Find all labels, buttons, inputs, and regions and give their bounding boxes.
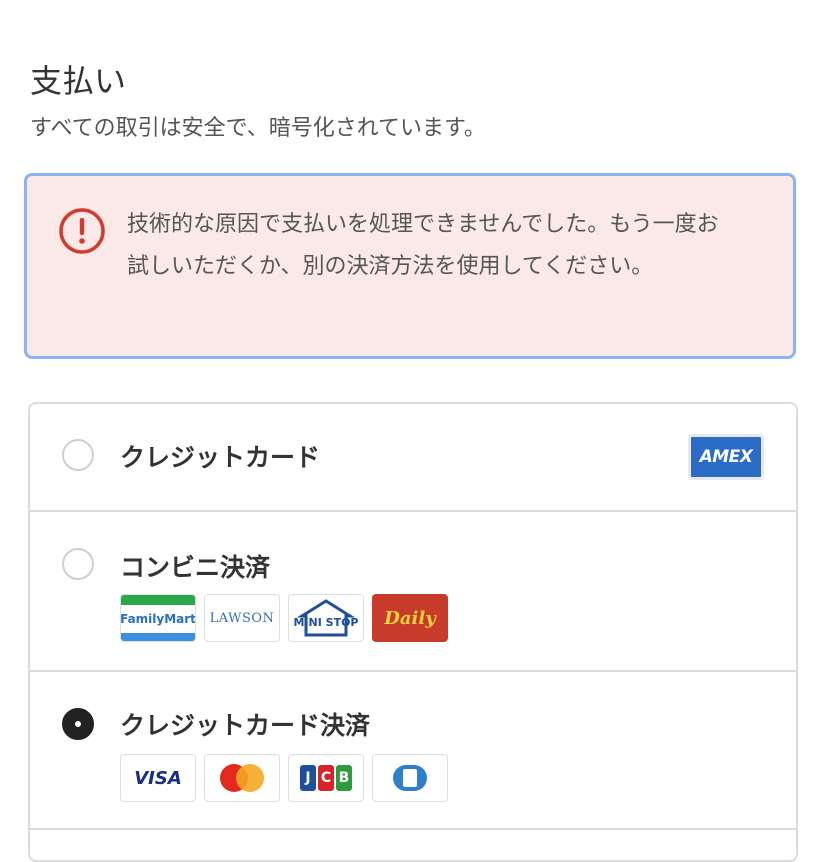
daily-yamazaki-logo: Daily (372, 594, 448, 642)
amex-logo: AMEX (688, 434, 764, 480)
payment-method-convenience-store[interactable]: コンビニ決済 FamilyMart LAWSON MINI STOP Daily (30, 510, 796, 672)
familymart-logo: FamilyMart (120, 594, 196, 642)
radio-convenience-store[interactable] (62, 548, 94, 580)
ministop-logo: MINI STOP (288, 594, 364, 642)
radio-credit-card-payment[interactable] (62, 708, 94, 740)
exclamation-circle-icon (57, 206, 107, 256)
mastercard-icon (204, 754, 280, 802)
payment-method-more[interactable] (30, 828, 796, 860)
page-subtitle: すべての取引は安全で、暗号化されています。 (30, 116, 486, 141)
payment-method-list: クレジットカード AMEX コンビニ決済 FamilyMart LAWSON M… (28, 402, 798, 862)
payment-method-label: コンビニ決済 (120, 553, 271, 582)
visa-logo: VISA (120, 754, 196, 802)
error-alert: 技術的な原因で支払いを処理できませんでした。もう一度お試しいただくか、別の決済方… (24, 173, 796, 359)
page-title: 支払い (30, 62, 127, 100)
payment-method-label: クレジットカード (120, 443, 321, 472)
payment-method-credit-card[interactable]: クレジットカード AMEX (30, 404, 796, 512)
lawson-logo: LAWSON (204, 594, 280, 642)
payment-method-credit-card-payment[interactable]: クレジットカード決済 VISA JCB (30, 670, 796, 830)
diners-club-icon (372, 754, 448, 802)
error-message: 技術的な原因で支払いを処理できませんでした。もう一度お試しいただくか、別の決済方… (127, 212, 719, 279)
payment-method-label: クレジットカード決済 (120, 711, 371, 740)
radio-credit-card[interactable] (62, 439, 94, 471)
jcb-logo: JCB (288, 754, 364, 802)
